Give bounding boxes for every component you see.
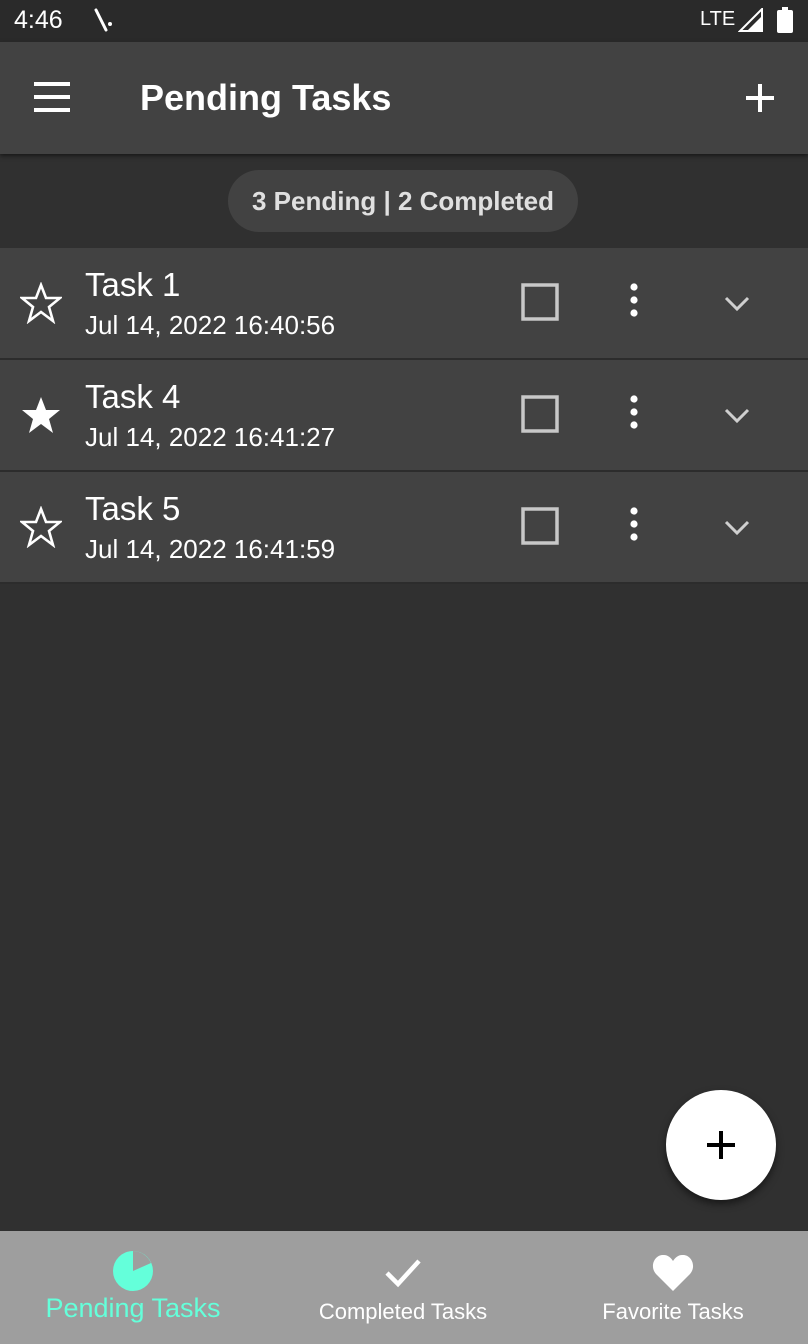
- star-outline-icon[interactable]: [20, 506, 62, 548]
- more-vert-icon[interactable]: [614, 394, 654, 434]
- checkbox-icon[interactable]: [520, 506, 560, 546]
- nav-label-favorite-tasks: Favorite Tasks: [602, 1299, 744, 1324]
- nav-item-completed-tasks[interactable]: Completed Tasks: [270, 1231, 536, 1344]
- more-vert-icon[interactable]: [614, 506, 654, 546]
- checkbox-icon[interactable]: [520, 394, 560, 434]
- pie-chart-icon: [113, 1251, 153, 1291]
- nav-item-pending-tasks[interactable]: Pending Tasks: [0, 1231, 266, 1344]
- nav-label-pending-tasks: Pending Tasks: [45, 1293, 221, 1323]
- more-vert-icon[interactable]: [614, 282, 654, 322]
- star-outline-icon[interactable]: [20, 282, 62, 324]
- task-row[interactable]: Task 1 Jul 14, 2022 16:40:56: [0, 248, 808, 360]
- task-summary-chip: 3 Pending | 2 Completed: [228, 170, 578, 232]
- menu-icon[interactable]: [24, 78, 80, 118]
- battery-icon: [777, 7, 793, 33]
- status-bar: 4:46 LTE: [0, 0, 808, 42]
- task-date: Jul 14, 2022 16:41:59: [85, 534, 336, 564]
- heart-icon: [652, 1254, 694, 1291]
- task-date: Jul 14, 2022 16:41:27: [85, 422, 336, 452]
- nav-label-completed-tasks: Completed Tasks: [318, 1299, 488, 1324]
- task-title: Task 5: [85, 490, 181, 527]
- check-icon: [385, 1259, 421, 1288]
- checkbox-icon[interactable]: [520, 282, 560, 322]
- signal-icon: [738, 8, 763, 32]
- add-task-icon[interactable]: [736, 74, 784, 122]
- task-title: Task 4: [85, 378, 181, 415]
- star-filled-icon[interactable]: [20, 394, 62, 436]
- status-time: 4:46: [14, 6, 63, 34]
- task-row[interactable]: Task 5 Jul 14, 2022 16:41:59: [0, 472, 808, 584]
- chevron-down-icon[interactable]: [716, 282, 758, 324]
- add-task-fab[interactable]: [666, 1090, 776, 1200]
- bottom-navigation: Pending Tasks Completed Tasks Favorite T…: [0, 1231, 808, 1344]
- chevron-down-icon[interactable]: [716, 394, 758, 436]
- plus-icon: [707, 1131, 735, 1159]
- task-date: Jul 14, 2022 16:40:56: [85, 310, 336, 340]
- task-title: Task 1: [85, 266, 181, 303]
- app-bar: Pending Tasks: [0, 42, 808, 154]
- network-type: LTE: [700, 8, 736, 30]
- page-title: Pending Tasks: [140, 77, 392, 118]
- notification-icon: [94, 8, 112, 32]
- task-row[interactable]: Task 4 Jul 14, 2022 16:41:27: [0, 360, 808, 472]
- chevron-down-icon[interactable]: [716, 506, 758, 548]
- nav-item-favorite-tasks[interactable]: Favorite Tasks: [540, 1231, 806, 1344]
